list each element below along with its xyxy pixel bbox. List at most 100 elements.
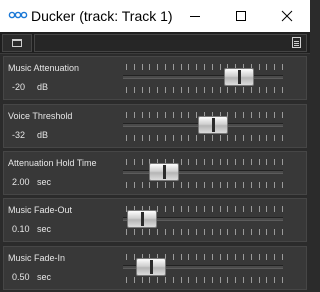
tick-mark <box>196 135 198 141</box>
tick-mark <box>188 112 190 118</box>
tick-mark <box>282 277 283 283</box>
tick-mark <box>157 229 159 235</box>
tick-mark <box>274 112 276 118</box>
slider-handle[interactable] <box>136 258 166 276</box>
copy-button[interactable] <box>290 36 302 49</box>
tick-mark <box>282 135 283 141</box>
tick-mark <box>250 277 252 283</box>
tick-mark <box>243 254 244 260</box>
tick-mark <box>157 135 159 141</box>
tick-mark <box>196 206 198 212</box>
tick-mark <box>282 87 283 93</box>
tick-mark <box>126 135 127 141</box>
tick-mark <box>219 277 221 283</box>
tick-mark <box>188 64 190 70</box>
slider-handle[interactable] <box>149 163 179 181</box>
tick-mark <box>235 254 237 260</box>
slider-handle[interactable] <box>126 210 157 228</box>
tick-mark <box>172 206 174 212</box>
tick-mark <box>126 112 127 118</box>
tick-mark <box>204 254 205 260</box>
tick-mark <box>266 277 268 283</box>
tick-mark <box>266 206 268 212</box>
minimize-button[interactable] <box>172 0 218 32</box>
tick-mark <box>165 87 166 93</box>
tick-mark <box>258 159 260 165</box>
preset-field[interactable] <box>34 34 307 52</box>
param-unit: dB <box>37 82 49 92</box>
param-value[interactable]: -32 <box>12 130 25 140</box>
tick-mark <box>282 254 283 260</box>
param-row: Attenuation Hold Time 2.00 sec <box>3 151 307 195</box>
tick-mark <box>126 159 127 165</box>
tick-mark <box>165 112 166 118</box>
tick-mark <box>266 135 268 141</box>
tick-mark <box>266 229 268 235</box>
slider-handle[interactable] <box>224 68 255 86</box>
tick-mark <box>219 182 221 188</box>
app-link-icon <box>8 9 28 23</box>
param-unit: dB <box>37 130 49 140</box>
param-label: Music Fade-In <box>8 253 66 263</box>
tick-mark <box>274 64 276 70</box>
tick-mark <box>133 87 135 93</box>
param-unit: sec <box>37 177 52 187</box>
tick-mark <box>282 182 283 188</box>
param-unit: sec <box>37 224 52 234</box>
tick-mark <box>149 112 151 118</box>
slider-track[interactable] <box>123 75 283 79</box>
slider-ticks <box>123 57 285 101</box>
document-icon <box>292 37 301 48</box>
minimize-icon <box>190 15 200 17</box>
tick-mark <box>204 64 205 70</box>
tick-mark <box>274 229 276 235</box>
param-value[interactable]: -20 <box>12 82 25 92</box>
tick-mark <box>211 135 213 141</box>
tick-mark <box>219 254 221 260</box>
tick-mark <box>188 87 190 93</box>
tick-mark <box>141 229 143 235</box>
tick-mark <box>165 135 166 141</box>
tick-mark <box>149 277 151 283</box>
tick-mark <box>258 112 260 118</box>
tick-mark <box>157 182 159 188</box>
param-value[interactable]: 2.00 <box>12 177 30 187</box>
tick-mark <box>126 229 127 235</box>
tick-mark <box>172 64 174 70</box>
tick-mark <box>188 135 190 141</box>
tick-mark <box>266 254 268 260</box>
close-button[interactable] <box>264 0 310 32</box>
tick-mark <box>172 87 174 93</box>
maximize-button[interactable] <box>218 0 264 32</box>
tick-mark <box>149 182 151 188</box>
slider-handle[interactable] <box>198 116 229 134</box>
tick-mark <box>196 64 198 70</box>
tick-mark <box>250 182 252 188</box>
tick-mark <box>258 182 260 188</box>
tick-mark <box>196 254 198 260</box>
tick-mark <box>157 206 159 212</box>
tick-mark <box>141 64 143 70</box>
param-label: Voice Threshold <box>8 111 73 121</box>
tick-mark <box>180 87 182 93</box>
tick-mark <box>211 206 213 212</box>
tick-mark <box>126 254 127 260</box>
param-value[interactable]: 0.50 <box>12 272 30 282</box>
tick-mark <box>165 64 166 70</box>
tick-mark <box>204 159 205 165</box>
tick-mark <box>141 182 143 188</box>
tick-mark <box>188 159 190 165</box>
tick-mark <box>258 64 260 70</box>
slider-track[interactable] <box>123 170 283 174</box>
tick-mark <box>196 159 198 165</box>
tick-mark <box>211 254 213 260</box>
preset-menu-button[interactable] <box>2 34 32 52</box>
toolbar <box>0 32 310 54</box>
param-value[interactable]: 0.10 <box>12 224 30 234</box>
tick-mark <box>204 182 205 188</box>
tick-mark <box>157 64 159 70</box>
param-unit: sec <box>37 272 52 282</box>
tick-mark <box>172 229 174 235</box>
close-icon <box>281 10 293 22</box>
tick-mark <box>133 159 135 165</box>
